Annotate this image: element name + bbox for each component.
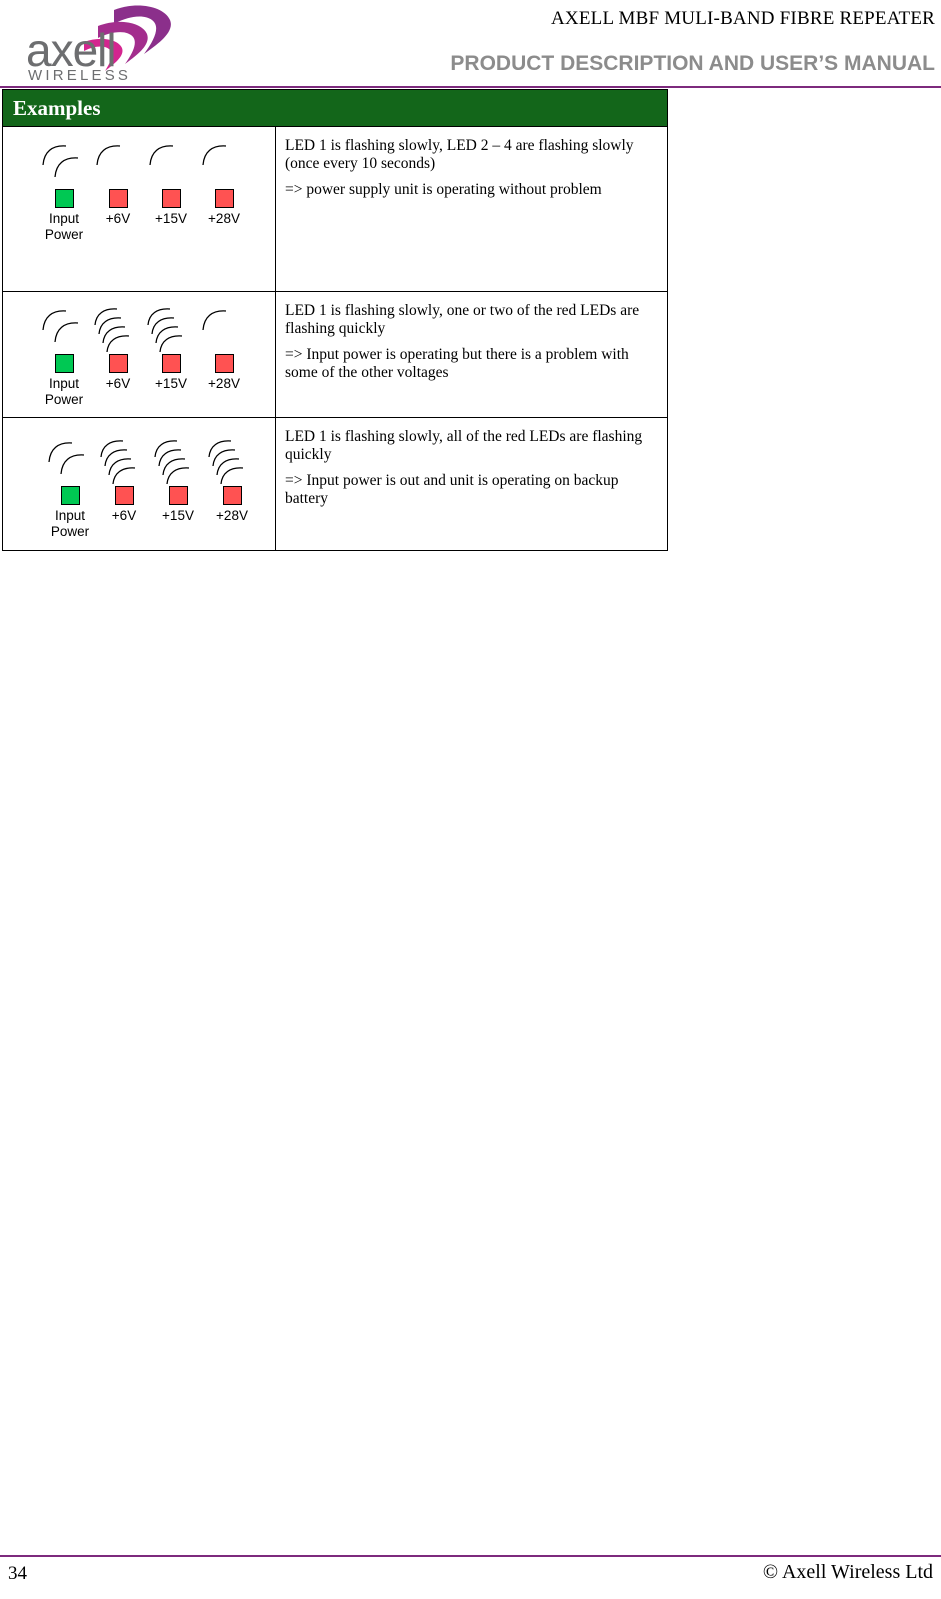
flash-indicator	[153, 438, 209, 486]
led-lamp-red	[161, 189, 181, 208]
led-label: +28V	[216, 508, 248, 523]
flash-wave-icon	[96, 145, 121, 166]
led-indicator: +15V	[147, 440, 209, 524]
flash-indicator	[99, 438, 155, 486]
flash-wave-icon	[208, 440, 244, 485]
examples-table: Examples Input Power +6V +15V +28V LED 1 is …	[1, 89, 669, 551]
svg-text:WIRELESS: WIRELESS	[28, 67, 131, 84]
flash-wave-icon	[42, 145, 79, 178]
led-lamp-red	[214, 189, 234, 208]
header-manual-subtitle: PRODUCT DESCRIPTION AND USER’S MANUAL	[450, 52, 935, 75]
led-label: Input Power	[44, 376, 84, 408]
flash-wave-icon	[48, 442, 85, 475]
page-number: 34	[8, 1563, 27, 1584]
led-diagram-cell: Input Power +6V +15V +28V	[2, 291, 276, 418]
header-product-title: AXELL MBF MULI-BAND FIBRE REPEATER	[551, 8, 935, 29]
led-lamp-red	[108, 189, 128, 208]
led-diagram: Input Power +6V +15V +28V	[3, 127, 275, 291]
page-footer: 34 © Axell Wireless Ltd	[0, 1547, 941, 1599]
description-paragraph: LED 1 is flashing slowly, one or two of …	[285, 302, 640, 338]
led-lamp-green	[54, 189, 74, 208]
led-lamp-red	[114, 486, 134, 505]
led-lamp-red	[108, 354, 128, 373]
flash-wave-icon	[147, 308, 183, 353]
led-lamp-red	[214, 354, 234, 373]
led-indicator: Input Power	[39, 442, 101, 541]
flash-wave-icon	[149, 145, 174, 166]
led-indicator: Input Power	[33, 145, 95, 244]
flash-indicator	[146, 306, 202, 354]
flash-indicator	[45, 438, 101, 486]
examples-header-label: Examples	[13, 95, 101, 120]
description-paragraph: LED 1 is flashing slowly, LED 2 – 4 are …	[285, 137, 634, 173]
flash-indicator	[199, 306, 255, 354]
led-indicator: +28V	[193, 310, 255, 392]
flash-indicator	[93, 141, 149, 189]
led-lamp-red	[168, 486, 188, 505]
led-label: +15V	[162, 508, 194, 523]
table-row: Input Power +6V +15V +28V LED 1 is flashing …	[2, 291, 669, 418]
examples-table-body: Input Power +6V +15V +28V LED 1 is flashing …	[2, 126, 669, 551]
description-paragraph: => power supply unit is operating withou…	[285, 181, 602, 199]
flash-wave-icon	[42, 310, 79, 343]
flash-wave-icon	[94, 308, 130, 353]
led-diagram: Input Power +6V +15V +28V	[3, 418, 275, 550]
led-diagram: Input Power +6V +15V +28V	[3, 292, 275, 417]
flash-wave-icon	[100, 440, 136, 485]
header-divider-rule	[0, 86, 941, 88]
footer-divider-rule	[0, 1555, 941, 1557]
led-indicator: Input Power	[33, 310, 95, 409]
description-paragraph: LED 1 is flashing slowly, all of the red…	[285, 428, 643, 464]
led-lamp-green	[54, 354, 74, 373]
led-diagram-cell: Input Power +6V +15V +28V	[2, 126, 276, 292]
page-header: axell WIRELESS AXELL MBF MULI-BAND FIBRE…	[0, 0, 941, 88]
flash-indicator	[146, 141, 202, 189]
led-label: Input Power	[50, 508, 90, 540]
description-cell: LED 1 is flashing slowly, one or two of …	[274, 291, 669, 418]
axell-wireless-logo: axell WIRELESS	[18, 4, 288, 84]
flash-indicator	[39, 141, 95, 189]
flash-wave-icon	[202, 310, 227, 331]
table-header-row: Examples	[1, 89, 669, 127]
examples-header-cell: Examples	[1, 89, 669, 127]
led-indicator: +28V	[193, 145, 255, 227]
led-label: +28V	[208, 376, 240, 391]
copyright-notice: © Axell Wireless Ltd	[762, 1561, 933, 1583]
flash-wave-icon	[202, 145, 227, 166]
flash-indicator	[199, 141, 255, 189]
led-label: +6V	[111, 508, 137, 523]
flash-indicator	[93, 306, 149, 354]
led-lamp-red	[161, 354, 181, 373]
led-diagram-cell: Input Power +6V +15V +28V	[2, 417, 276, 551]
flash-wave-icon	[154, 440, 190, 485]
flash-indicator	[207, 438, 263, 486]
description-paragraph: => Input power is out and unit is operat…	[285, 472, 619, 508]
table-row: Input Power +6V +15V +28V LED 1 is flashing …	[2, 417, 669, 551]
description-paragraph: => Input power is operating but there is…	[285, 346, 629, 382]
flash-indicator	[39, 306, 95, 354]
led-lamp-red	[222, 486, 242, 505]
led-indicator: +6V	[93, 440, 155, 524]
led-indicator: +28V	[201, 440, 263, 524]
logo-graphic: axell WIRELESS	[26, 5, 171, 84]
led-label: +28V	[208, 211, 240, 226]
led-label: Input Power	[44, 211, 84, 243]
table-row: Input Power +6V +15V +28V LED 1 is flashing …	[2, 126, 669, 292]
description-cell: LED 1 is flashing slowly, LED 2 – 4 are …	[274, 126, 669, 292]
description-cell: LED 1 is flashing slowly, all of the red…	[274, 417, 669, 551]
led-lamp-green	[60, 486, 80, 505]
